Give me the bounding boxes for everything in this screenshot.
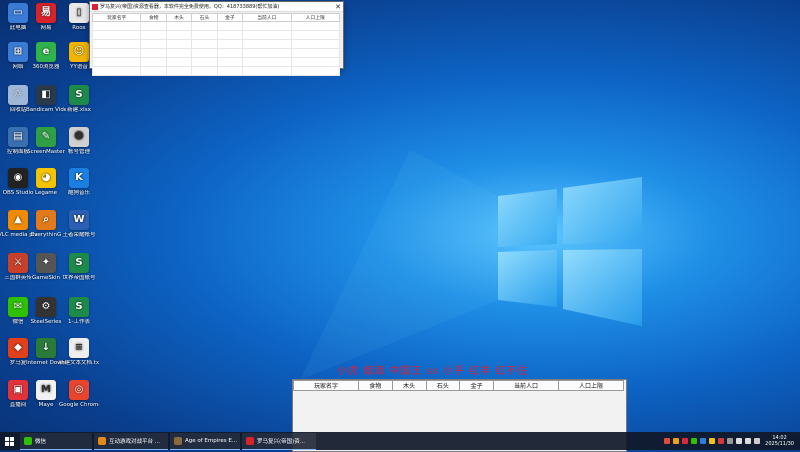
account-icon: ☻ [69,127,89,147]
desktop-shortcut[interactable]: ◎ Google Chrome [59,380,99,409]
desktop-shortcut-label: 新建文本文档.txt [59,360,99,366]
resource-viewer-window[interactable]: 罗马复兴(帝国)资源查看器，本软件完全免费使用。QQ：418733889(帮忙加… [89,1,344,76]
xlsx-file-3-icon: S [69,297,89,317]
taskbar-button-label: Age of Empires E... [185,437,238,444]
taskbar-game-platform-icon [98,436,106,445]
windows-start-icon [4,436,14,446]
desktop-shortcut[interactable]: W 王者荣耀帐号 [59,210,99,239]
column-header[interactable]: 人口上限 [290,13,341,22]
app-icon [92,3,98,10]
column-header[interactable]: 金子 [216,13,244,22]
obs-studio-icon: ◉ [8,168,28,188]
browser-360-icon: e [36,42,56,62]
desktop-shortcut[interactable]: ≡ 新建文本文档.txt [59,338,99,367]
column-header[interactable]: 当前人口 [493,380,559,391]
live-room-icon: ▣ [8,380,28,400]
tray-app-icon[interactable] [708,438,715,444]
maye-icon: M [36,380,56,400]
start-button[interactable] [0,432,18,450]
sanguo-game-icon: ⚔ [8,253,28,273]
chrome-icon: ◎ [69,380,89,400]
steelseries-icon: ⚙ [36,297,56,317]
desktop-shortcut[interactable]: S 新建.xlsx [59,85,99,114]
word-doc-icon: W [69,210,89,230]
volume-icon[interactable] [744,438,751,444]
legame-icon: ◕ [36,168,56,188]
tray-app-icon[interactable] [672,438,679,444]
overlay-resource-table: 玩家名字 食物 木头 石头 金子 当前人口 人口上限 [293,380,624,391]
desktop-shortcut-label: 帐号管理 [67,149,90,155]
tray-app-icon[interactable] [699,438,706,444]
desktop-shortcut-label: 1-工作表 [68,319,90,325]
everything-icon: ⌕ [36,210,56,230]
network-icon[interactable] [735,438,742,444]
txt-file-icon: ≡ [69,338,89,358]
vlc-icon: ▲ [8,210,28,230]
column-header[interactable]: 木头 [165,13,193,22]
taskbar-button-label: 微信 [35,438,47,445]
wechat-icon: ✉ [8,297,28,317]
desktop-shortcut[interactable]: S 1-工作表 [59,297,99,326]
this-pc-icon: ▭ [8,3,28,23]
input-method-icon[interactable] [753,438,760,444]
player-names-overlay: 小虎 烟酒 中国王 ss 小乎 红羊 红不住 [337,366,529,377]
desktop-shortcut-label: 世界帝国账号 [62,275,96,281]
column-header[interactable]: 食物 [140,13,167,22]
system-tray: 14:02 2025/11/30 [662,432,800,450]
recycle-bin-icon: ♲ [8,85,28,105]
taskbar-button-label: 罗马复兴(帝国)资... [257,438,306,445]
netease-icon: 易 [36,3,56,23]
taskbar-wechat[interactable]: 微信 [20,432,92,450]
column-header[interactable]: 石头 [425,380,461,391]
desktop-shortcut[interactable]: ☻ 帐号管理 [59,127,99,156]
column-header[interactable]: 玩家名字 [91,13,142,22]
desktop-shortcut[interactable]: S 世界帝国账号 [59,253,99,282]
tray-app-icon[interactable] [663,438,670,444]
bandicam-icon: ◧ [36,85,56,105]
gameskin-icon: ✦ [36,253,56,273]
desktop-shortcut-label: Google Chrome [59,402,99,408]
desktop-shortcut-label: 酷狗音乐 [67,190,90,196]
column-header[interactable]: 人口上限 [558,380,624,391]
close-icon[interactable]: ✕ [333,3,343,11]
column-header[interactable]: 玩家名字 [293,380,359,391]
window-title: 罗马复兴(帝国)资源查看器，本软件完全免费使用。QQ：418733889(帮忙加… [100,4,280,10]
window-titlebar[interactable]: 罗马复兴(帝国)资源查看器，本软件完全免费使用。QQ：418733889(帮忙加… [90,2,343,12]
clock[interactable]: 14:02 2025/11/30 [765,435,794,447]
column-header[interactable]: 石头 [191,13,218,22]
clock-date: 2025/11/30 [765,441,794,447]
luoma-icon: ◆ [8,338,28,358]
kugou-icon: K [69,168,89,188]
control-panel-icon: ▤ [8,127,28,147]
taskbar-game-platform[interactable]: 互动游戏对战平台 ... [94,432,168,450]
column-header[interactable]: 木头 [391,380,427,391]
idm-icon: ↓ [36,338,56,358]
desktop-shortcut[interactable]: K 酷狗音乐 [59,168,99,197]
xlsx-file-2-icon: S [69,253,89,273]
taskbar: 微信 互动游戏对战平台 ... Age of Empires E... 罗马复兴(帝国… [0,432,800,450]
tray-app-icon[interactable] [690,438,697,444]
yy-voice-icon: ☺ [69,42,89,62]
screenmaster-icon: ✎ [36,127,56,147]
desktop-shortcut-label: 王者荣耀帐号 [62,232,96,238]
taskbar-aoe[interactable]: Age of Empires E... [170,432,240,450]
desktop-shortcut-label: 新建.xlsx [67,107,91,113]
column-header[interactable]: 食物 [357,380,393,391]
column-header[interactable]: 金子 [459,380,495,391]
taskbar-button-label: 互动游戏对战平台 ... [109,438,160,445]
tray-app-icon[interactable] [717,438,724,444]
roox-icon: ▯ [69,3,89,23]
tray-app-icon[interactable] [681,438,688,444]
taskbar-wechat-icon [24,436,32,445]
taskbar-resource-viewer-icon [246,436,254,445]
taskbar-resource-viewer[interactable]: 罗马复兴(帝国)资... [242,432,316,450]
tray-app-icon[interactable] [726,438,733,444]
xlsx-file-icon: S [69,85,89,105]
taskbar-aoe-icon [174,436,182,445]
column-header[interactable]: 当前人口 [242,13,292,22]
resource-table: 玩家名字 食物 木头 石头 金子 当前人口 人口上限 [91,13,341,76]
network-icon: ⊞ [8,42,28,62]
